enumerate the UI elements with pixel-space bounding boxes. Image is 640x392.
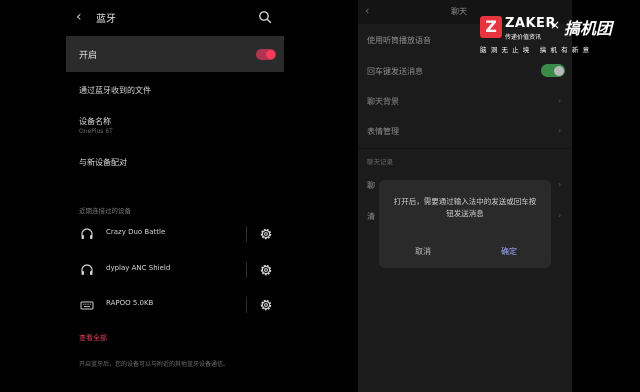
headphones-icon xyxy=(81,264,93,275)
chevron-right-icon: › xyxy=(558,211,562,220)
page-title: 蓝牙 xyxy=(96,14,116,25)
received-files-item[interactable]: 通过蓝牙收到的文件 xyxy=(79,85,151,96)
chat-history-item[interactable]: 聊 xyxy=(367,180,375,191)
bluetooth-header: ‹ 蓝牙 xyxy=(66,0,284,36)
emoji-management-item[interactable]: 表情管理 xyxy=(367,126,399,137)
cancel-button[interactable]: 取消 xyxy=(403,246,443,257)
watermark-slogan: 脑洞无止境 搞机有新意 xyxy=(480,46,594,54)
device-name-label[interactable]: 设备名称 xyxy=(79,116,111,127)
chevron-right-icon: › xyxy=(558,126,562,135)
bluetooth-switch[interactable] xyxy=(256,49,276,60)
search-icon[interactable] xyxy=(257,9,273,25)
device-name: Crazy Duo Battle xyxy=(106,228,166,236)
toggle-label: 开启 xyxy=(79,51,98,61)
watermark: Z ZAKER 传递价值资讯 × 搞机团 脑洞无止境 搞机有新意 xyxy=(478,14,640,56)
headphones-icon xyxy=(81,228,93,239)
bluetooth-settings-screen: ‹ 蓝牙 开启 通过蓝牙收到的文件 设备名称 OnePlus 6T 与新设备配对… xyxy=(66,0,284,392)
chevron-right-icon: › xyxy=(558,96,562,105)
keyboard-icon xyxy=(80,301,94,310)
gear-icon[interactable] xyxy=(258,262,274,278)
watermark-brand-sub: 传递价值资讯 xyxy=(505,34,542,41)
gear-icon[interactable] xyxy=(258,226,274,242)
enter-to-send-item[interactable]: 回车键发送消息 xyxy=(367,66,423,77)
bluetooth-footer-note: 开启蓝牙后，您的设备可以与附近的其他蓝牙设备通信。 xyxy=(79,361,230,368)
divider xyxy=(246,262,247,278)
device-name: dyplay ANC Shield xyxy=(106,264,171,272)
watermark-brand: ZAKER xyxy=(505,16,556,31)
dialog-message: 打开后，需要通过输入法中的发送或回车按钮发送消息 xyxy=(393,197,537,218)
gear-icon[interactable] xyxy=(258,297,274,313)
back-arrow-icon[interactable]: ‹ xyxy=(76,9,92,25)
zaker-logo: Z xyxy=(480,16,502,38)
divider xyxy=(358,148,572,149)
watermark-partner: 搞机团 xyxy=(564,19,613,38)
watermark-times: × xyxy=(550,18,561,32)
back-arrow-icon[interactable]: ‹ xyxy=(365,4,369,17)
bluetooth-toggle-row[interactable]: 开启 xyxy=(66,36,284,72)
enter-to-send-switch[interactable] xyxy=(541,64,565,77)
device-name-value: OnePlus 6T xyxy=(79,128,113,135)
device-row[interactable]: RAPOO 5.0KB xyxy=(66,291,284,319)
device-row[interactable]: dyplay ANC Shield xyxy=(66,256,284,284)
divider xyxy=(246,226,247,242)
recent-devices-heading: 近期连接过的设备 xyxy=(79,207,131,215)
page-title: 聊天 xyxy=(451,7,467,16)
confirm-dialog: 打开后，需要通过输入法中的发送或回车按钮发送消息 取消 确定 xyxy=(379,180,551,268)
clear-history-item[interactable]: 清 xyxy=(367,211,375,222)
device-name: RAPOO 5.0KB xyxy=(106,299,154,307)
chat-background-item[interactable]: 聊天背景 xyxy=(367,96,399,107)
confirm-button[interactable]: 确定 xyxy=(489,246,529,257)
chevron-right-icon: › xyxy=(558,180,562,189)
switch-knob xyxy=(554,65,564,76)
earpiece-voice-item[interactable]: 使用听筒播放语音 xyxy=(367,35,431,46)
view-all-link[interactable]: 查看全部 xyxy=(79,333,107,343)
device-row[interactable]: Crazy Duo Battle xyxy=(66,220,284,248)
switch-knob xyxy=(266,50,275,59)
pair-new-device-item[interactable]: 与新设备配对 xyxy=(79,157,127,168)
chat-settings-screen: ‹ 聊天 使用听筒播放语音 回车键发送消息 聊天背景 › 表情管理 › 聊天记录… xyxy=(358,0,572,392)
divider xyxy=(246,297,247,313)
chat-history-heading: 聊天记录 xyxy=(367,158,393,166)
